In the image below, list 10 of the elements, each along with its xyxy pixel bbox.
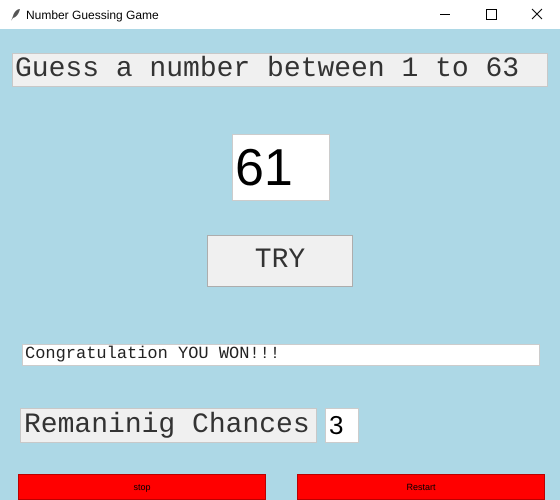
- result-field[interactable]: Congratulation YOU WON!!!: [22, 344, 540, 366]
- prompt-label: Guess a number between 1 to 63: [12, 53, 548, 88]
- restart-button[interactable]: Restart: [297, 474, 545, 500]
- chances-field[interactable]: 3: [325, 408, 359, 444]
- stop-button[interactable]: stop: [18, 474, 266, 500]
- feather-icon: [9, 8, 21, 22]
- chances-label: Remaninig Chances: [20, 408, 317, 444]
- window-title: Number Guessing Game: [26, 6, 159, 24]
- guess-field[interactable]: 61: [232, 134, 330, 202]
- try-button[interactable]: TRY: [207, 235, 353, 288]
